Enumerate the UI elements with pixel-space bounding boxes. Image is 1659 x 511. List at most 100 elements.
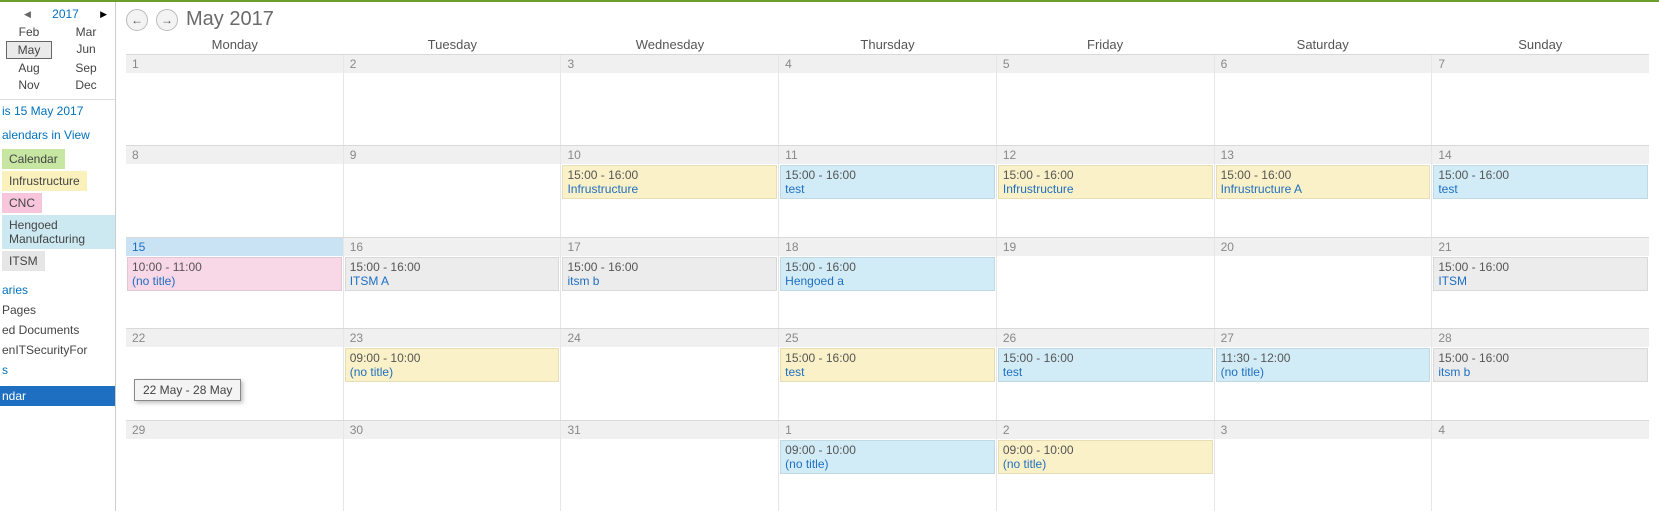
dow-label: Thursday: [779, 37, 997, 54]
day-cell[interactable]: 2309:00 - 10:00(no title): [344, 329, 562, 419]
week-row: 293031109:00 - 10:00(no title)209:00 - 1…: [126, 420, 1649, 511]
day-cell[interactable]: 8: [126, 146, 344, 236]
calendar-event[interactable]: 15:00 - 16:00itsm b: [562, 257, 777, 291]
day-cell[interactable]: 109:00 - 10:00(no title): [779, 421, 997, 511]
week-tooltip: 22 May - 28 May: [134, 379, 241, 401]
link-pages[interactable]: Pages: [0, 300, 115, 320]
sidebar: ◀ 2017 ▶ Feb Mar May Jun Aug Sep Nov Dec is 15 …: [0, 2, 116, 511]
day-cell[interactable]: 1715:00 - 16:00itsm b: [561, 238, 779, 328]
day-cell[interactable]: 3: [1215, 421, 1433, 511]
link-s[interactable]: s: [0, 360, 115, 380]
event-title: test: [1438, 182, 1643, 196]
day-cell[interactable]: 1815:00 - 16:00Hengoed a: [779, 238, 997, 328]
calendar-event[interactable]: 09:00 - 10:00(no title): [345, 348, 560, 382]
day-cell[interactable]: 1: [126, 55, 344, 145]
day-cell[interactable]: 2: [344, 55, 562, 145]
calendar-event[interactable]: 15:00 - 16:00test: [998, 348, 1213, 382]
day-number: 9: [344, 146, 561, 164]
day-cell[interactable]: 4: [1432, 421, 1649, 511]
dow-label: Monday: [126, 37, 344, 54]
day-cell[interactable]: 1510:00 - 11:00(no title): [126, 238, 344, 328]
day-cell[interactable]: 1215:00 - 16:00Infrustructure: [997, 146, 1215, 236]
day-cell[interactable]: 5: [997, 55, 1215, 145]
day-cell[interactable]: 30: [344, 421, 562, 511]
calendar-tag[interactable]: Infrustructure: [2, 171, 87, 191]
day-cell[interactable]: 1115:00 - 16:00test: [779, 146, 997, 236]
calendar-event[interactable]: 15:00 - 16:00Infrustructure: [998, 165, 1213, 199]
day-number: 24: [561, 329, 778, 347]
day-cell[interactable]: 2815:00 - 16:00itsm b: [1432, 329, 1649, 419]
month-sep[interactable]: Sep: [63, 60, 109, 76]
calendar-event[interactable]: 09:00 - 10:00(no title): [998, 440, 1213, 474]
day-cell[interactable]: 1615:00 - 16:00ITSM A: [344, 238, 562, 328]
calendar-grid: MondayTuesdayWednesdayThursdayFridaySatu…: [126, 37, 1649, 511]
next-month-button[interactable]: →: [156, 9, 178, 31]
day-cell[interactable]: 6: [1215, 55, 1433, 145]
day-cell[interactable]: 2115:00 - 16:00ITSM: [1432, 238, 1649, 328]
month-aug[interactable]: Aug: [6, 60, 52, 76]
day-cell[interactable]: 2711:30 - 12:00(no title): [1215, 329, 1433, 419]
year-prev-icon[interactable]: ◀: [22, 9, 33, 20]
calendar-event[interactable]: 15:00 - 16:00Hengoed a: [780, 257, 995, 291]
day-cell[interactable]: 22: [126, 329, 344, 419]
day-cell[interactable]: 1415:00 - 16:00test: [1432, 146, 1649, 236]
calendar-event[interactable]: 15:00 - 16:00test: [1433, 165, 1648, 199]
day-cell[interactable]: 7: [1432, 55, 1649, 145]
day-cell[interactable]: 31: [561, 421, 779, 511]
year-next-icon[interactable]: ▶: [98, 9, 109, 20]
calendar-tag[interactable]: Calendar: [2, 149, 65, 169]
calendar-event[interactable]: 09:00 - 10:00(no title): [780, 440, 995, 474]
calendar-event[interactable]: 11:30 - 12:00(no title): [1216, 348, 1431, 382]
today-link[interactable]: is 15 May 2017: [0, 99, 115, 122]
day-number: 10: [561, 146, 778, 164]
year-label[interactable]: 2017: [52, 7, 79, 21]
day-number: 12: [997, 146, 1214, 164]
calendar-event[interactable]: 10:00 - 11:00(no title): [127, 257, 342, 291]
calendar-event[interactable]: 15:00 - 16:00ITSM A: [345, 257, 560, 291]
day-cell[interactable]: 9: [344, 146, 562, 236]
link-documents[interactable]: ed Documents: [0, 320, 115, 340]
calendar-tag[interactable]: Hengoed Manufacturing: [2, 215, 115, 249]
calendar-tag[interactable]: ITSM: [2, 251, 45, 271]
day-number: 21: [1432, 238, 1649, 256]
dow-label: Tuesday: [344, 37, 562, 54]
prev-month-button[interactable]: ←: [126, 9, 148, 31]
calendar-event[interactable]: 15:00 - 16:00test: [780, 348, 995, 382]
calendar-event[interactable]: 15:00 - 16:00Infrustructure A: [1216, 165, 1431, 199]
day-cell[interactable]: 2515:00 - 16:00test: [779, 329, 997, 419]
event-time: 15:00 - 16:00: [785, 351, 990, 365]
event-title: Infrustructure: [1003, 182, 1208, 196]
day-cell[interactable]: 4: [779, 55, 997, 145]
month-feb[interactable]: Feb: [6, 24, 52, 40]
day-cell[interactable]: 20: [1215, 238, 1433, 328]
month-jun[interactable]: Jun: [63, 41, 109, 59]
month-dec[interactable]: Dec: [63, 77, 109, 93]
day-number: 4: [1432, 421, 1649, 439]
nav-calendar-selected[interactable]: ndar: [0, 386, 115, 406]
day-number: 2: [997, 421, 1214, 439]
day-cell[interactable]: 3: [561, 55, 779, 145]
link-aries[interactable]: aries: [0, 280, 115, 300]
calendar-tag[interactable]: CNC: [2, 193, 42, 213]
day-cell[interactable]: 1015:00 - 16:00Infrustructure: [561, 146, 779, 236]
link-security[interactable]: enITSecurityFor: [0, 340, 115, 360]
day-number: 31: [561, 421, 778, 439]
month-mar[interactable]: Mar: [63, 24, 109, 40]
month-nov[interactable]: Nov: [6, 77, 52, 93]
day-cell[interactable]: 29: [126, 421, 344, 511]
calendar-event[interactable]: 15:00 - 16:00Infrustructure: [562, 165, 777, 199]
calendar-event[interactable]: 15:00 - 16:00ITSM: [1433, 257, 1648, 291]
day-cell[interactable]: 209:00 - 10:00(no title): [997, 421, 1215, 511]
day-cell[interactable]: 2615:00 - 16:00test: [997, 329, 1215, 419]
calendar-event[interactable]: 15:00 - 16:00itsm b: [1433, 348, 1648, 382]
event-time: 09:00 - 10:00: [1003, 443, 1208, 457]
day-number: 3: [561, 55, 778, 73]
day-cell[interactable]: 19: [997, 238, 1215, 328]
year-picker: ◀ 2017 ▶: [0, 6, 115, 22]
event-time: 15:00 - 16:00: [1438, 351, 1643, 365]
dow-label: Sunday: [1431, 37, 1649, 54]
day-cell[interactable]: 24: [561, 329, 779, 419]
month-may[interactable]: May: [6, 41, 52, 59]
day-cell[interactable]: 1315:00 - 16:00Infrustructure A: [1215, 146, 1433, 236]
calendar-event[interactable]: 15:00 - 16:00test: [780, 165, 995, 199]
